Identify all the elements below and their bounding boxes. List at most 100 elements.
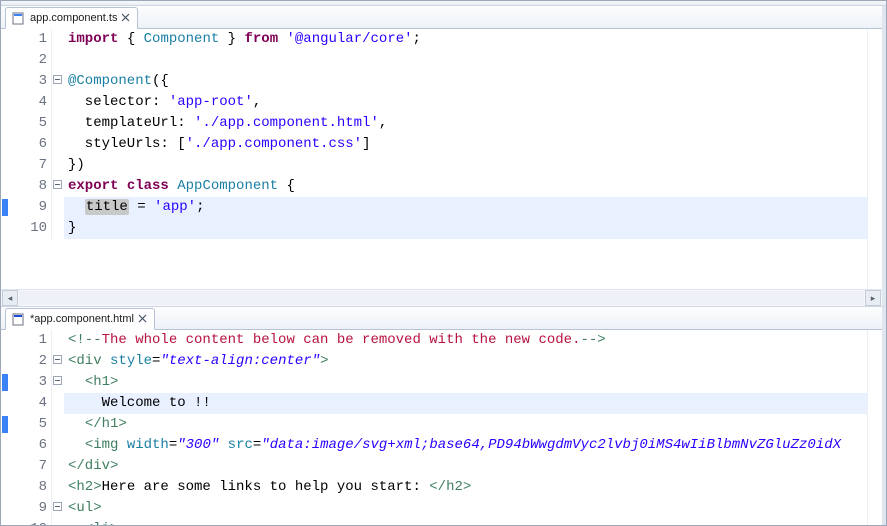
code-lines-html[interactable]: 1 <!--The whole content below can be remo… <box>1 330 867 525</box>
fold-column[interactable] <box>52 113 64 134</box>
fold-column[interactable] <box>52 71 64 92</box>
line-number[interactable]: 7 <box>13 155 52 176</box>
code-text[interactable]: Welcome to !! <box>64 393 867 414</box>
horizontal-scrollbar[interactable]: ◂ ▸ <box>1 289 882 306</box>
code-text[interactable]: <ul> <box>64 498 867 519</box>
fold-column[interactable] <box>52 435 64 456</box>
line-number[interactable]: 9 <box>13 197 52 218</box>
code-text[interactable]: } <box>64 218 867 239</box>
code-text[interactable]: }) <box>64 155 867 176</box>
code-text[interactable]: title = 'app'; <box>64 197 867 218</box>
code-line[interactable]: 8 export class AppComponent { <box>1 176 867 197</box>
code-text[interactable]: import { Component } from '@angular/core… <box>64 29 867 50</box>
code-line[interactable]: 8 <h2>Here are some links to help you sta… <box>1 477 867 498</box>
line-number[interactable]: 2 <box>13 351 52 372</box>
fold-column[interactable] <box>52 134 64 155</box>
code-line[interactable]: 3 <h1> <box>1 372 867 393</box>
line-number[interactable]: 3 <box>13 71 52 92</box>
close-icon[interactable] <box>138 314 148 324</box>
fold-column[interactable] <box>52 498 64 519</box>
code-line[interactable]: 5 </h1> <box>1 414 867 435</box>
code-line[interactable]: 5 templateUrl: './app.component.html', <box>1 113 867 134</box>
code-text[interactable]: <!--The whole content below can be remov… <box>64 330 867 351</box>
line-number[interactable]: 9 <box>13 498 52 519</box>
fold-toggle-icon[interactable] <box>53 502 62 511</box>
fold-column[interactable] <box>52 218 64 239</box>
fold-toggle-icon[interactable] <box>53 180 62 189</box>
fold-column[interactable] <box>52 351 64 372</box>
code-text[interactable]: <img width="300" src="data:image/svg+xml… <box>64 435 867 456</box>
line-number[interactable]: 6 <box>13 134 52 155</box>
code-lines-ts[interactable]: 1 import { Component } from '@angular/cor… <box>1 29 867 289</box>
fold-toggle-icon[interactable] <box>53 355 62 364</box>
code-line[interactable]: 10} <box>1 218 867 239</box>
scroll-track[interactable] <box>19 291 864 305</box>
scroll-right-button[interactable]: ▸ <box>865 290 881 306</box>
scroll-left-button[interactable]: ◂ <box>2 290 18 306</box>
fold-column[interactable] <box>52 372 64 393</box>
line-number[interactable]: 1 <box>13 29 52 50</box>
fold-toggle-icon[interactable] <box>53 376 62 385</box>
code-text[interactable]: <h2>Here are some links to help you star… <box>64 477 867 498</box>
code-line[interactable]: 7}) <box>1 155 867 176</box>
line-number[interactable]: 8 <box>13 176 52 197</box>
line-number[interactable]: 10 <box>13 519 52 525</box>
code-text[interactable]: templateUrl: './app.component.html', <box>64 113 867 134</box>
code-text[interactable]: </h1> <box>64 414 867 435</box>
code-line[interactable]: 9 title = 'app'; <box>1 197 867 218</box>
fold-column[interactable] <box>52 155 64 176</box>
line-number[interactable]: 3 <box>13 372 52 393</box>
code-text[interactable]: export class AppComponent { <box>64 176 867 197</box>
code-line[interactable]: 2 <div style="text-align:center"> <box>1 351 867 372</box>
code-line[interactable]: 1 <!--The whole content below can be remo… <box>1 330 867 351</box>
line-number[interactable]: 8 <box>13 477 52 498</box>
fold-column[interactable] <box>52 330 64 351</box>
line-number[interactable]: 6 <box>13 435 52 456</box>
code-text[interactable]: styleUrls: ['./app.component.css'] <box>64 134 867 155</box>
fold-column[interactable] <box>52 92 64 113</box>
code-text[interactable]: @Component({ <box>64 71 867 92</box>
line-number[interactable]: 5 <box>13 414 52 435</box>
fold-column[interactable] <box>52 197 64 218</box>
code-text[interactable]: </div> <box>64 456 867 477</box>
fold-column[interactable] <box>52 519 64 525</box>
code-text[interactable]: <h1> <box>64 372 867 393</box>
tab-app-component-html[interactable]: *app.component.html <box>5 308 155 330</box>
fold-column[interactable] <box>52 414 64 435</box>
fold-column[interactable] <box>52 50 64 71</box>
tab-app-component-ts[interactable]: app.component.ts <box>5 7 138 29</box>
code-line[interactable]: 3 @Component({ <box>1 71 867 92</box>
code-viewport-ts[interactable]: 1 import { Component } from '@angular/cor… <box>1 29 882 289</box>
code-text[interactable]: <div style="text-align:center"> <box>64 351 867 372</box>
fold-column[interactable] <box>52 456 64 477</box>
fold-column[interactable] <box>52 393 64 414</box>
code-line[interactable]: 10 <li> <box>1 519 867 525</box>
code-line[interactable]: 4 selector: 'app-root', <box>1 92 867 113</box>
line-number[interactable]: 10 <box>13 218 52 239</box>
line-number[interactable]: 2 <box>13 50 52 71</box>
overview-ruler[interactable] <box>867 330 882 525</box>
code-line[interactable]: 7 </div> <box>1 456 867 477</box>
code-text[interactable]: selector: 'app-root', <box>64 92 867 113</box>
change-marker-icon <box>2 374 8 391</box>
code-text[interactable] <box>64 50 867 71</box>
fold-column[interactable] <box>52 477 64 498</box>
code-line[interactable]: 4 Welcome to !! <box>1 393 867 414</box>
code-viewport-html[interactable]: 1 <!--The whole content below can be remo… <box>1 330 882 525</box>
code-line[interactable]: 6 <img width="300" src="data:image/svg+x… <box>1 435 867 456</box>
overview-ruler[interactable] <box>867 29 882 289</box>
line-number[interactable]: 4 <box>13 92 52 113</box>
line-number[interactable]: 4 <box>13 393 52 414</box>
line-number[interactable]: 7 <box>13 456 52 477</box>
code-line[interactable]: 2 <box>1 50 867 71</box>
fold-column[interactable] <box>52 176 64 197</box>
code-line[interactable]: 9 <ul> <box>1 498 867 519</box>
fold-toggle-icon[interactable] <box>53 75 62 84</box>
code-text[interactable]: <li> <box>64 519 867 525</box>
line-number[interactable]: 5 <box>13 113 52 134</box>
code-line[interactable]: 1 import { Component } from '@angular/cor… <box>1 29 867 50</box>
close-icon[interactable] <box>121 13 131 23</box>
line-number[interactable]: 1 <box>13 330 52 351</box>
code-line[interactable]: 6 styleUrls: ['./app.component.css'] <box>1 134 867 155</box>
fold-column[interactable] <box>52 29 64 50</box>
